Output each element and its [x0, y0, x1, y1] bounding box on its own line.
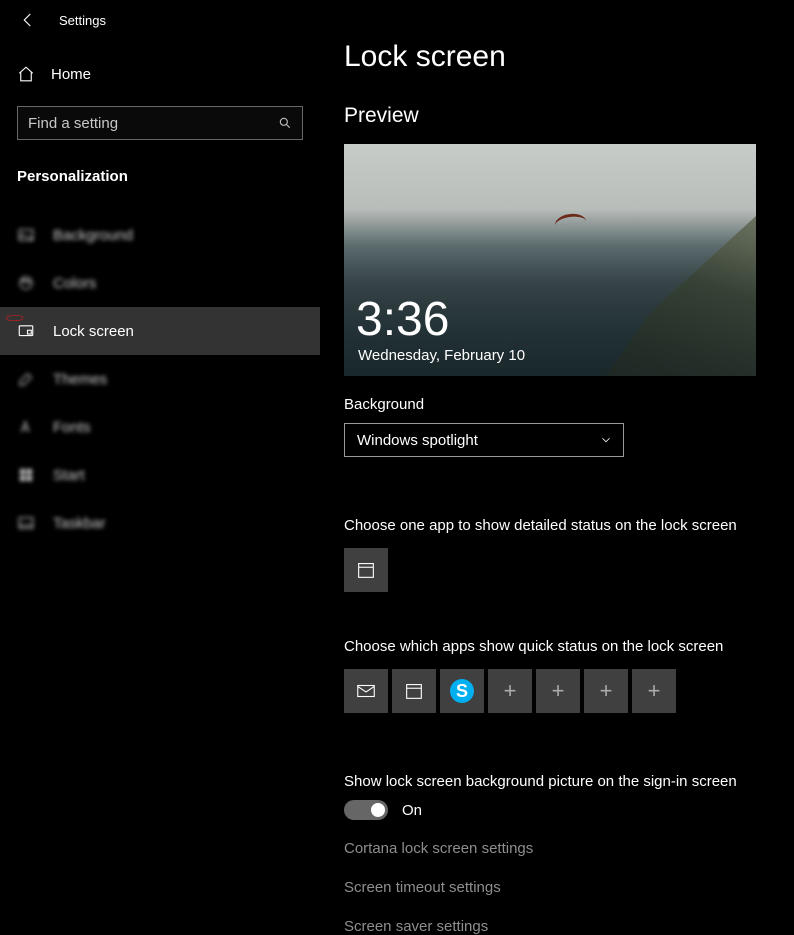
preview-time: 3:36 — [356, 296, 449, 344]
preview-date: Wednesday, February 10 — [358, 347, 525, 364]
sidebar-item-start[interactable]: Start — [0, 451, 320, 499]
quick-app-calendar[interactable] — [392, 669, 436, 713]
quick-app-add-4[interactable]: + — [632, 669, 676, 713]
detailed-status-row — [344, 548, 794, 592]
page-title: Lock screen — [344, 40, 794, 74]
signin-toggle-row: On — [344, 800, 794, 820]
signin-picture-label: Show lock screen background picture on t… — [344, 773, 794, 790]
titlebar: Settings — [0, 0, 320, 40]
plus-icon: + — [552, 678, 565, 704]
sidebar-item-taskbar[interactable]: Taskbar — [0, 499, 320, 547]
search-box[interactable] — [17, 106, 303, 140]
plus-icon: + — [648, 678, 661, 704]
search-input[interactable] — [28, 115, 258, 132]
link-screen-timeout[interactable]: Screen timeout settings — [344, 879, 794, 896]
paraglider-graphic — [553, 212, 586, 226]
palette-icon — [17, 274, 35, 292]
back-icon[interactable] — [19, 11, 37, 29]
sidebar-item-themes[interactable]: Themes — [0, 355, 320, 403]
mail-icon — [355, 680, 377, 702]
plus-icon: + — [600, 678, 613, 704]
main-panel: Lock screen Preview 3:36 Wednesday, Febr… — [320, 0, 794, 935]
home-icon — [17, 65, 35, 83]
sidebar-item-label: Taskbar — [53, 515, 106, 532]
section-header: Personalization — [0, 140, 320, 185]
quick-app-mail[interactable] — [344, 669, 388, 713]
home-button[interactable]: Home — [0, 50, 320, 98]
sidebar-item-label: Fonts — [53, 419, 91, 436]
titlebar-text: Settings — [59, 13, 106, 28]
sidebar-item-label: Start — [53, 467, 85, 484]
lockscreen-preview: 3:36 Wednesday, February 10 — [344, 144, 756, 376]
quick-app-add-3[interactable]: + — [584, 669, 628, 713]
sidebar-item-colors[interactable]: Colors — [0, 259, 320, 307]
taskbar-icon — [17, 514, 35, 532]
quick-app-add-1[interactable]: + — [488, 669, 532, 713]
home-label: Home — [51, 66, 91, 83]
dropdown-value: Windows spotlight — [357, 432, 478, 449]
quick-app-add-2[interactable]: + — [536, 669, 580, 713]
sidebar-item-label: Lock screen — [53, 323, 134, 340]
lockscreen-icon — [17, 322, 35, 340]
sidebar-item-fonts[interactable]: Fonts — [0, 403, 320, 451]
sidebar-item-background[interactable]: Background — [0, 211, 320, 259]
signin-toggle[interactable] — [344, 800, 388, 820]
quick-app-skype[interactable]: S — [440, 669, 484, 713]
toggle-state-label: On — [402, 802, 422, 819]
calendar-icon — [355, 559, 377, 581]
quick-status-label: Choose which apps show quick status on t… — [344, 638, 794, 655]
search-icon — [278, 116, 292, 130]
sidebar: Settings Home Personalization Background… — [0, 0, 320, 935]
background-dropdown[interactable]: Windows spotlight — [344, 423, 624, 457]
background-label: Background — [344, 396, 794, 413]
sidebar-item-label: Themes — [53, 371, 107, 388]
detailed-app-calendar[interactable] — [344, 548, 388, 592]
chevron-down-icon — [599, 433, 613, 447]
link-cortana-settings[interactable]: Cortana lock screen settings — [344, 840, 794, 857]
skype-icon: S — [450, 679, 474, 703]
link-screen-saver[interactable]: Screen saver settings — [344, 918, 794, 935]
preview-heading: Preview — [344, 104, 794, 128]
sidebar-item-lockscreen[interactable]: Lock screen — [0, 307, 320, 355]
themes-icon — [17, 370, 35, 388]
sidebar-item-label: Colors — [53, 275, 96, 292]
quick-status-row: S + + + + — [344, 669, 794, 713]
nav-list: Background Colors Lock screen Themes Fon… — [0, 211, 320, 547]
picture-icon — [17, 226, 35, 244]
fonts-icon — [17, 418, 35, 436]
plus-icon: + — [504, 678, 517, 704]
sidebar-item-label: Background — [53, 227, 133, 244]
calendar-icon — [403, 680, 425, 702]
detailed-status-label: Choose one app to show detailed status o… — [344, 517, 794, 534]
start-icon — [17, 466, 35, 484]
